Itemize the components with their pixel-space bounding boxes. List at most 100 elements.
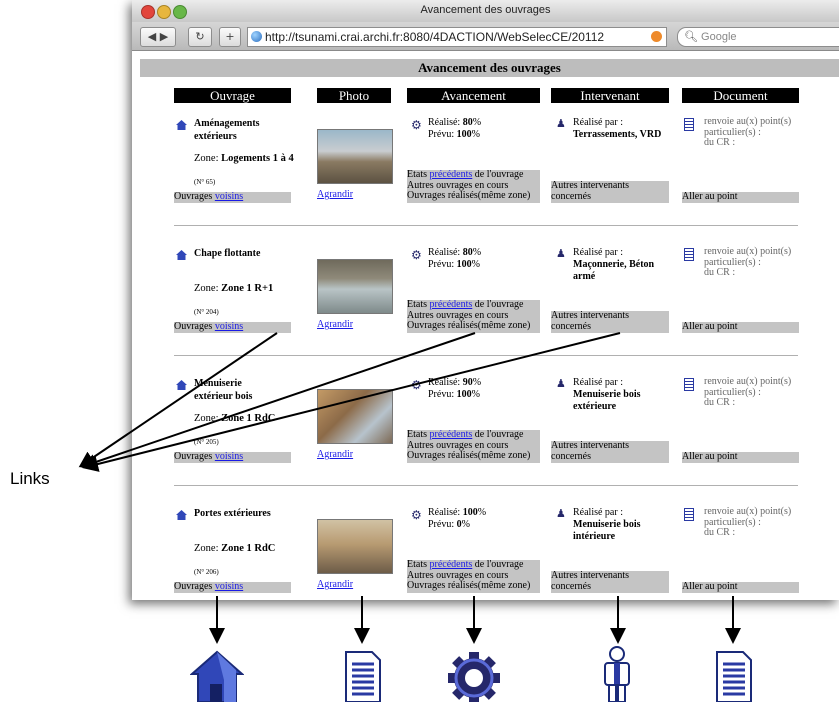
realise-value: 80 xyxy=(462,117,473,128)
realise-value: 100 xyxy=(462,507,478,518)
document-info: renvoie au(x) point(s) particulier(s) : … xyxy=(704,246,834,279)
house-icon xyxy=(176,380,187,390)
aller-au-point-label: Aller au point xyxy=(682,191,738,202)
autres-intervenants-bar[interactable]: Autres intervenants concernés xyxy=(551,180,669,203)
zone-value: Logements 1 à 4 xyxy=(221,153,294,164)
zone-value: Zone 1 R+1 xyxy=(221,283,274,294)
close-window-button[interactable] xyxy=(141,5,155,19)
aller-au-point-bar[interactable]: Aller au point xyxy=(682,321,799,333)
prevu-line: Prévu: 100% xyxy=(428,259,480,270)
column-header-photo: Photo xyxy=(317,88,391,103)
voisins-bar: Ouvrages voisins xyxy=(174,191,291,203)
agrandir-link[interactable]: Agrandir xyxy=(317,189,353,200)
concernes-label: concernés xyxy=(551,190,591,202)
realises-zone-link[interactable]: Ouvrages réalisés(même zone) xyxy=(407,450,540,462)
rss-icon[interactable] xyxy=(651,31,662,42)
etats-line: Etats précédents de l'ouvrage xyxy=(407,299,540,311)
de-ouvrage-label: de l'ouvrage xyxy=(472,169,524,180)
realises-zone-link[interactable]: Ouvrages réalisés(même zone) xyxy=(407,320,540,332)
etats-bar: Etats précédents de l'ouvrage Autres ouv… xyxy=(407,299,540,333)
aller-au-point-bar[interactable]: Aller au point xyxy=(682,191,799,203)
document-line-1: renvoie au(x) point(s) xyxy=(704,376,792,387)
window-title: Avancement des ouvrages xyxy=(420,4,551,16)
voisins-link[interactable]: voisins xyxy=(215,581,243,592)
ouvrage-row: Portes extérieures Zone: Zone 1 RdC (N° … xyxy=(132,506,839,600)
realise-line: Réalisé: 80% xyxy=(428,117,482,128)
realise-line: Réalisé: 90% xyxy=(428,377,482,388)
agrandir-link[interactable]: Agrandir xyxy=(317,579,353,590)
voisins-link[interactable]: voisins xyxy=(215,191,243,202)
zone-value: Zone 1 RdC xyxy=(221,413,276,424)
person-icon: ♟ xyxy=(556,247,566,260)
autres-intervenants-bar[interactable]: Autres intervenants concernés xyxy=(551,570,669,593)
aller-au-point-bar[interactable]: Aller au point xyxy=(682,581,799,593)
ouvrage-zone: Zone: Logements 1 à 4 xyxy=(194,153,294,164)
ouvrage-row: Aménagements extérieurs Zone: Logements … xyxy=(132,116,839,247)
autres-intervenants-bar[interactable]: Autres intervenants concernés xyxy=(551,310,669,333)
row-separator xyxy=(174,485,798,486)
aller-au-point-bar[interactable]: Aller au point xyxy=(682,451,799,463)
precedents-link[interactable]: précédents xyxy=(430,429,473,440)
house-icon xyxy=(176,510,187,520)
search-field[interactable]: 🔍︎ Google xyxy=(677,27,839,47)
precedents-link[interactable]: précédents xyxy=(430,169,473,180)
document-line-3: du CR : xyxy=(704,137,736,148)
ouvrage-row: Menuiserie extérieur bois Zone: Zone 1 R… xyxy=(132,376,839,507)
document-icon xyxy=(684,248,694,261)
address-bar[interactable]: http://tsunami.crai.archi.fr:8080/4DACTI… xyxy=(247,27,667,47)
new-tab-button[interactable]: + xyxy=(219,27,241,47)
url-text: http://tsunami.crai.archi.fr:8080/4DACTI… xyxy=(265,30,605,44)
de-ouvrage-label: de l'ouvrage xyxy=(472,429,524,440)
document-icon xyxy=(684,378,694,391)
zone-value: Zone 1 RdC xyxy=(221,543,276,554)
house-icon xyxy=(176,120,187,130)
intervenant-info: Réalisé par : Menuiserie bois intérieure xyxy=(573,507,668,543)
prevu-line: Prévu: 100% xyxy=(428,129,480,140)
realises-zone-link[interactable]: Ouvrages réalisés(même zone) xyxy=(407,580,540,592)
house-icon xyxy=(176,250,187,260)
document-icon xyxy=(345,651,381,702)
voisins-link[interactable]: voisins xyxy=(215,451,243,462)
gear-icon: ⚙ xyxy=(411,248,422,262)
globe-icon xyxy=(251,31,262,42)
precedents-link[interactable]: précédents xyxy=(430,559,473,570)
document-line-3: du CR : xyxy=(704,397,736,408)
ouvrage-zone: Zone: Zone 1 R+1 xyxy=(194,283,273,294)
zoom-window-button[interactable] xyxy=(173,5,187,19)
avancement-values: Réalisé: 80% Prévu: 100% xyxy=(428,117,481,141)
agrandir-link[interactable]: Agrandir xyxy=(317,319,353,330)
aller-au-point-label: Aller au point xyxy=(682,451,738,462)
browser-window: Avancement des ouvrages ◀ ▶ ↻ + http://t… xyxy=(132,0,839,600)
etats-line: Etats précédents de l'ouvrage xyxy=(407,559,540,571)
realise-line: Réalisé: 80% xyxy=(428,247,482,258)
document-line-3: du CR : xyxy=(704,527,736,538)
prevu-label: Prévu: xyxy=(428,389,455,400)
column-header-document: Document xyxy=(682,88,799,103)
prevu-value: 100 xyxy=(456,259,472,270)
de-ouvrage-label: de l'ouvrage xyxy=(472,559,524,570)
document-line-1: renvoie au(x) point(s) xyxy=(704,506,792,517)
search-placeholder: Google xyxy=(701,31,737,43)
autres-intervenants-bar[interactable]: Autres intervenants concernés xyxy=(551,440,669,463)
precedents-link[interactable]: précédents xyxy=(430,299,473,310)
browser-toolbar: ◀ ▶ ↻ + http://tsunami.crai.archi.fr:808… xyxy=(132,22,839,51)
etats-label: Etats xyxy=(407,559,430,570)
voisins-link[interactable]: voisins xyxy=(215,321,243,332)
person-icon: ♟ xyxy=(556,507,566,520)
concernes-label: concernés xyxy=(551,450,591,462)
minimize-window-button[interactable] xyxy=(157,5,171,19)
etats-label: Etats xyxy=(407,299,430,310)
voisins-bar: Ouvrages voisins xyxy=(174,581,291,593)
realises-zone-link[interactable]: Ouvrages réalisés(même zone) xyxy=(407,190,540,202)
ouvrage-zone: Zone: Zone 1 RdC xyxy=(194,413,275,424)
agrandir-link[interactable]: Agrandir xyxy=(317,449,353,460)
back-forward-button[interactable]: ◀ ▶ xyxy=(140,27,176,47)
document-line-1: renvoie au(x) point(s) xyxy=(704,246,792,257)
autres-intervenants-label: Autres intervenants xyxy=(551,440,630,451)
document-info: renvoie au(x) point(s) particulier(s) : … xyxy=(704,506,834,539)
forward-arrow-icon: ▶ xyxy=(159,30,169,43)
zone-label: Zone: xyxy=(194,413,219,424)
realise-label: Réalisé: xyxy=(428,507,461,518)
reload-button[interactable]: ↻ xyxy=(188,27,212,47)
search-icon: 🔍︎ xyxy=(684,31,698,43)
